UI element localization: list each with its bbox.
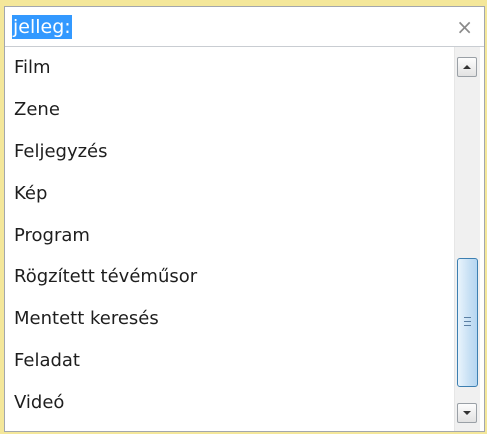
list-item-feladat[interactable]: Feladat [5, 340, 452, 382]
vertical-scrollbar[interactable] [454, 47, 480, 431]
list-item-video[interactable]: Videó [5, 382, 452, 424]
search-box[interactable]: jelleg: × [5, 7, 484, 47]
scroll-up-button[interactable] [457, 57, 477, 77]
grip-icon [464, 317, 471, 326]
search-input[interactable]: jelleg: [12, 15, 72, 39]
arrow-down-icon [463, 411, 471, 415]
list-item-feljegyzes[interactable]: Feljegyzés [5, 131, 452, 173]
list-item-zene[interactable]: Zene [5, 89, 452, 131]
arrow-up-icon [463, 65, 471, 69]
search-dropdown: jelleg: × Film Zene Feljegyzés Kép Progr… [4, 6, 485, 432]
list-item-program[interactable]: Program [5, 215, 452, 257]
close-icon[interactable]: × [456, 15, 473, 39]
list-item-film[interactable]: Film [5, 47, 452, 89]
list-item-kep[interactable]: Kép [5, 173, 452, 215]
scroll-down-button[interactable] [457, 403, 477, 423]
scroll-thumb[interactable] [457, 258, 478, 387]
suggestion-list: Film Zene Feljegyzés Kép Program Rögzíte… [5, 47, 452, 431]
list-item-rogzitett-tevemusor[interactable]: Rögzített tévéműsor [5, 256, 452, 298]
list-item-mentett-kereses[interactable]: Mentett keresés [5, 298, 452, 340]
